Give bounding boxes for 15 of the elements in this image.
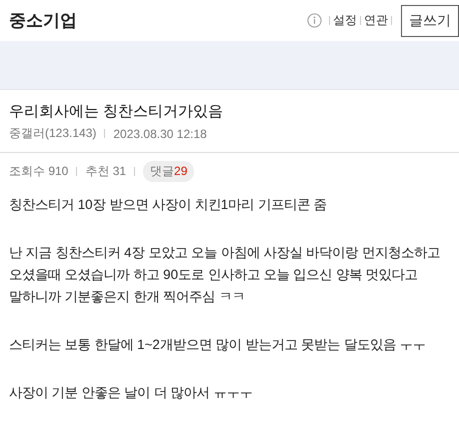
post-paragraph: 난 지금 칭찬스티커 4장 모았고 오늘 아침에 사장실 바닥이랑 먼지청소하고 오셨을때 오셨습니까 하고 90도로 인사하고 오늘 입으신 양복 멋있다고 말하니까 기분좋은지 한개 찍어주심 ㅋㅋ: [9, 244, 441, 306]
post-paragraph: 칭찬스티거 10장 받으면 사장이 치킨1마리 기프티콘 줌: [9, 196, 328, 214]
header-link[interactable]: 설정: [333, 12, 357, 29]
post-stat: 추천 31: [85, 163, 126, 180]
header-link[interactable]: 연관: [364, 12, 388, 29]
post-date: 2023.08.30 12:18: [113, 126, 207, 140]
gallery-title: 중소기업: [9, 10, 78, 32]
author-name: 중갤러(123.143): [9, 125, 96, 142]
comment-count-badge[interactable]: 댓글29: [143, 161, 194, 182]
post-paragraph: 사장이 기분 안좋은 날이 더 많아서 ㅠㅜㅜ: [9, 384, 254, 402]
post-paragraph: 스티커는 보통 한달에 1~2개받으면 많이 받는거고 못받는 달도있음 ㅜㅜ: [9, 336, 426, 354]
write-button[interactable]: 글쓰기: [401, 4, 459, 36]
info-icon[interactable]: [307, 13, 322, 28]
post-stat: 조회수 910: [9, 163, 68, 180]
post-title: 우리회사에는 칭찬스티거가있음: [9, 102, 224, 121]
